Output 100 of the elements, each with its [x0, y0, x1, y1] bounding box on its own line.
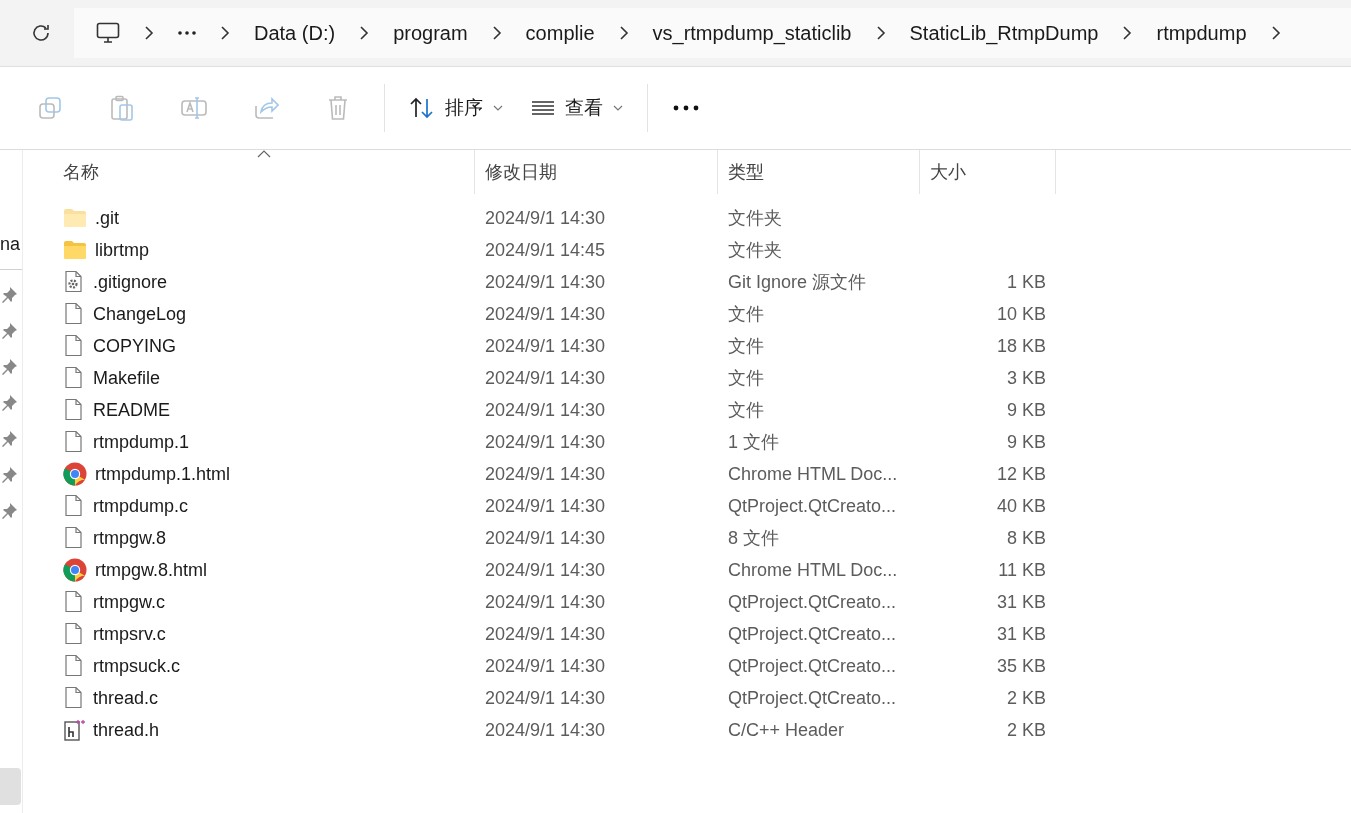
- breadcrumb-item[interactable]: rtmpdump: [1144, 21, 1259, 45]
- modified-date: 2024/9/1 14:30: [484, 495, 607, 517]
- modified-date: 2024/9/1 14:30: [484, 559, 607, 581]
- modified-date: 2024/9/1 14:30: [484, 591, 607, 613]
- browser-logo-icon: [63, 558, 87, 582]
- file-row[interactable]: rtmpgw.8 2024/9/1 14:30 8 文件 8 KB: [53, 522, 1351, 554]
- file-size: 2 KB: [1005, 719, 1047, 741]
- file-icon: [63, 302, 85, 326]
- file-size: 31 KB: [995, 623, 1047, 645]
- breadcrumb-item[interactable]: vs_rtmpdump_staticlib: [640, 21, 864, 45]
- file-type: 文件: [727, 303, 765, 326]
- file-row[interactable]: rtmpdump.1.html 2024/9/1 14:30 Chrome HTML Doc... 12 KB: [53, 458, 1351, 490]
- chevron-icon: [1122, 25, 1133, 41]
- file-size: 12 KB: [995, 463, 1047, 485]
- file-type: QtProject.QtCreato...: [727, 687, 898, 709]
- modified-date: 2024/9/1 14:30: [484, 399, 607, 421]
- file-name: rtmpgw.c: [93, 591, 166, 613]
- file-row[interactable]: .git 2024/9/1 14:30 文件夹: [53, 202, 1351, 234]
- file-row[interactable]: rtmpdump.c 2024/9/1 14:30 QtProject.QtCreato... 40 KB: [53, 490, 1351, 522]
- file-row[interactable]: librtmp 2024/9/1 14:45 文件夹: [53, 234, 1351, 266]
- file-name: thread.h: [93, 719, 160, 741]
- file-icon: [63, 526, 85, 550]
- settings-file-icon: [63, 270, 85, 294]
- modified-date: 2024/9/1 14:45: [484, 239, 607, 261]
- file-type: 文件夹: [727, 207, 783, 230]
- file-icon: [63, 686, 85, 710]
- file-name: ChangeLog: [93, 303, 187, 325]
- breadcrumb-item[interactable]: Data (D:): [242, 21, 348, 45]
- file-type: QtProject.QtCreato...: [727, 591, 898, 613]
- caret-icon: [493, 105, 503, 111]
- file-type: 文件夹: [727, 239, 783, 262]
- file-name: rtmpdump.1.html: [95, 463, 231, 485]
- rename-icon: [180, 96, 208, 120]
- modified-date: 2024/9/1 14:30: [484, 719, 607, 741]
- address-bar[interactable]: Data (D:) program complie vs_rtmpdump_staticlib StaticLib_RtmpDump rtmpdump: [74, 8, 1351, 58]
- file-type: QtProject.QtCreato...: [727, 655, 898, 677]
- column-header[interactable]: 类型: [718, 150, 920, 194]
- file-row[interactable]: rtmpgw.8.html 2024/9/1 14:30 Chrome HTML Doc... 11 KB: [53, 554, 1351, 586]
- breadcrumb-item[interactable]: complie: [513, 21, 607, 45]
- file-size: 9 KB: [1005, 399, 1047, 421]
- share-icon: [253, 96, 279, 120]
- view-menu-button[interactable]: 查看: [517, 86, 637, 130]
- refresh-button[interactable]: [30, 22, 52, 44]
- file-icon: [63, 398, 85, 422]
- column-header[interactable]: 名称: [53, 150, 475, 194]
- file-icon: [63, 366, 85, 390]
- breadcrumb-item[interactable]: program: [381, 21, 480, 45]
- file-row[interactable]: README 2024/9/1 14:30 文件 9 KB: [53, 394, 1351, 426]
- sidebar-item[interactable]: [0, 768, 21, 805]
- more-icon: [673, 105, 699, 111]
- sort-ascending-icon: [256, 150, 271, 158]
- file-icon: [63, 590, 85, 614]
- sort-menu-button[interactable]: 排序: [395, 86, 517, 130]
- file-icon: [63, 654, 85, 678]
- file-type: 文件: [727, 367, 765, 390]
- chevron-icon: [1270, 25, 1281, 41]
- file-icon: [63, 430, 85, 454]
- file-type: 8 文件: [727, 527, 780, 550]
- file-name: .git: [95, 207, 119, 229]
- file-name: rtmpgw.8: [93, 527, 167, 549]
- modified-date: 2024/9/1 14:30: [484, 463, 607, 485]
- modified-date: 2024/9/1 14:30: [484, 303, 607, 325]
- modified-date: 2024/9/1 14:30: [484, 207, 607, 229]
- file-row[interactable]: ChangeLog 2024/9/1 14:30 文件 10 KB: [53, 298, 1351, 330]
- column-header[interactable]: 修改日期: [475, 150, 718, 194]
- file-row[interactable]: Makefile 2024/9/1 14:30 文件 3 KB: [53, 362, 1351, 394]
- computer-icon[interactable]: [96, 22, 120, 44]
- file-row[interactable]: rtmpsuck.c 2024/9/1 14:30 QtProject.QtCreato... 35 KB: [53, 650, 1351, 682]
- modified-date: 2024/9/1 14:30: [484, 623, 607, 645]
- file-name: rtmpsrv.c: [93, 623, 166, 645]
- file-name: rtmpdump.c: [93, 495, 189, 517]
- file-row[interactable]: thread.h 2024/9/1 14:30 C/C++ Header 2 KB: [53, 714, 1351, 746]
- breadcrumb-item[interactable]: StaticLib_RtmpDump: [897, 21, 1111, 45]
- file-name: rtmpdump.1: [93, 431, 190, 453]
- more-icon[interactable]: [178, 31, 196, 35]
- file-type: QtProject.QtCreato...: [727, 495, 898, 517]
- file-size: 1 KB: [1005, 271, 1047, 293]
- file-row[interactable]: COPYING 2024/9/1 14:30 文件 18 KB: [53, 330, 1351, 362]
- file-row[interactable]: .gitignore 2024/9/1 14:30 Git Ignore 源文件 1 KB: [53, 266, 1351, 298]
- file-name: README: [93, 399, 170, 421]
- file-size: 18 KB: [995, 335, 1047, 357]
- modified-date: 2024/9/1 14:30: [484, 431, 607, 453]
- file-row[interactable]: thread.c 2024/9/1 14:30 QtProject.QtCreato... 2 KB: [53, 682, 1351, 714]
- sort-icon: [409, 97, 435, 119]
- file-size: 40 KB: [995, 495, 1047, 517]
- file-row[interactable]: rtmpdump.1 2024/9/1 14:30 1 文件 9 KB: [53, 426, 1351, 458]
- column-header[interactable]: 大小: [920, 150, 1056, 194]
- browser-logo-icon: [63, 462, 87, 486]
- file-name: Makefile: [93, 367, 161, 389]
- file-row[interactable]: rtmpsrv.c 2024/9/1 14:30 QtProject.QtCreato... 31 KB: [53, 618, 1351, 650]
- file-size: 35 KB: [995, 655, 1047, 677]
- file-size: 9 KB: [1005, 431, 1047, 453]
- modified-date: 2024/9/1 14:30: [484, 527, 607, 549]
- file-row[interactable]: rtmpgw.c 2024/9/1 14:30 QtProject.QtCreato... 31 KB: [53, 586, 1351, 618]
- chevron-icon: [144, 25, 154, 41]
- chevron-icon: [618, 25, 629, 41]
- file-type: 1 文件: [727, 431, 780, 454]
- file-type: QtProject.QtCreato...: [727, 623, 898, 645]
- file-icon: [63, 494, 85, 518]
- sidebar-item[interactable]: na: [0, 234, 21, 255]
